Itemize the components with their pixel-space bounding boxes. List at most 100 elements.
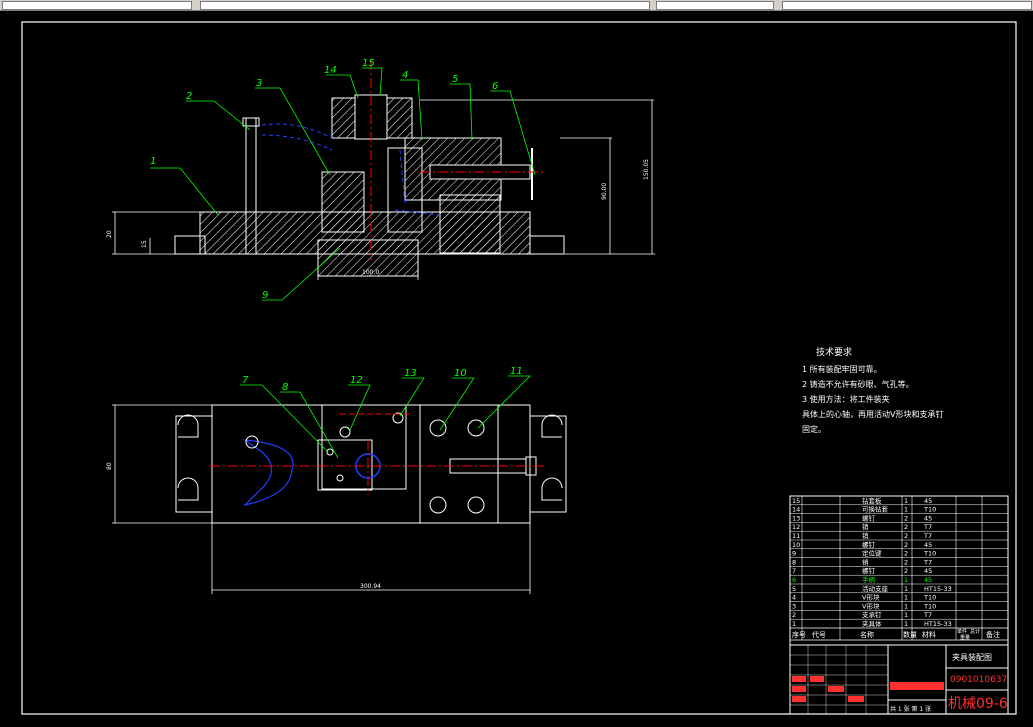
title-sheet: 共 1 张 第 1 张 — [890, 705, 931, 713]
bom-row-material: HT15-33 — [924, 585, 952, 593]
part-label-5: 5 — [452, 74, 458, 85]
bom-row-no: 10 — [792, 541, 800, 549]
dim-upper-height: 90.00 — [601, 183, 608, 200]
bom-row-material: 45 — [924, 514, 932, 522]
part-label-15: 15 — [362, 58, 375, 69]
part-label-12: 12 — [350, 375, 363, 386]
bom-row-name: 定位键 — [862, 549, 882, 558]
workpiece-outline — [242, 439, 294, 507]
bom-row-no: 8 — [792, 558, 796, 566]
bom-row-no: 9 — [792, 550, 796, 558]
bom-row-no: 2 — [792, 611, 796, 619]
bom-row-qty: 2 — [904, 523, 908, 531]
title-drawing-name: 夹具装配图 — [952, 652, 992, 662]
part-label-1: 1 — [150, 156, 156, 167]
bom-row-no: 5 — [792, 585, 796, 593]
bom-header-code: 代号 — [812, 630, 826, 639]
bom-row-no: 4 — [792, 594, 796, 602]
bom-row-material: 45 — [924, 541, 932, 549]
cad-drawing-canvas[interactable]: 90.00 150.05 20 15 100.0 1 2 3 4 5 6 9 1… — [0, 10, 1033, 727]
part-label-3: 3 — [256, 78, 262, 89]
bom-header-qty: 数量 — [903, 630, 917, 639]
bom-row-material: T10 — [923, 594, 936, 602]
bom-row-material: T7 — [923, 611, 932, 619]
tech-req-line: 固定。 — [802, 424, 826, 434]
bom-row-name: V形块 — [862, 601, 880, 610]
toolbar-field[interactable] — [200, 1, 650, 10]
bom-header-name: 名称 — [860, 630, 874, 639]
bom-row-material: HT15-33 — [924, 620, 952, 628]
front-section-view: 90.00 150.05 20 15 100.0 1 2 3 4 5 6 9 1… — [106, 58, 655, 301]
bom-row-qty: 1 — [904, 602, 908, 610]
dim-base-height: 20 — [106, 230, 113, 238]
bom-row-qty: 1 — [904, 620, 908, 628]
bom-row-qty: 1 — [904, 594, 908, 602]
title-drawing-number: 0901010637 — [950, 675, 1007, 685]
bom-row-material: T7 — [923, 523, 932, 531]
dim-plan-length: 300.94 — [360, 583, 381, 590]
part-label-2: 2 — [186, 91, 192, 102]
bom-header-seq: 序号 — [792, 630, 806, 639]
toolbar-field[interactable] — [2, 1, 192, 10]
bom-row-qty: 2 — [904, 514, 908, 522]
part-label-11: 11 — [510, 366, 523, 377]
bom-row-no: 6 — [792, 576, 796, 584]
title-school: 机械09-6 — [948, 696, 1008, 712]
bom-row-name: 销 — [862, 531, 869, 540]
bom-row-qty: 1 — [904, 576, 908, 584]
bom-row-qty: 2 — [904, 541, 908, 549]
part-label-6: 6 — [492, 81, 498, 92]
dim-total-height: 150.05 — [643, 159, 650, 180]
bom-row-material: 45 — [924, 567, 932, 575]
bom-row-name: V形块 — [862, 593, 880, 602]
bom-row-no: 1 — [792, 620, 796, 628]
bom-header-remark: 备注 — [986, 630, 1000, 639]
bom-row-name: 夹具体 — [862, 619, 882, 628]
bom-row-material: T7 — [923, 558, 932, 566]
title-block: 夹具装配图 0901010637 机械09-6 共 1 张 第 1 张 — [789, 644, 1009, 715]
bom-row-material: 45 — [924, 576, 932, 584]
bom-row-qty: 2 — [904, 567, 908, 575]
bom-row-no: 14 — [792, 506, 800, 514]
bom-row-name: 螺钉 — [862, 540, 876, 549]
bom-row-qty: 2 — [904, 532, 908, 540]
tech-req-line: 具体上的心轴，再用活动V形块和支承钉 — [802, 409, 943, 419]
dim-plan-width: 80 — [106, 462, 113, 470]
part-label-9: 9 — [262, 290, 268, 301]
bom-row-name: 活动支座 — [862, 584, 889, 593]
tech-req-line: 3 使用方法：将工件装夹 — [802, 394, 890, 404]
toolbar-field[interactable] — [782, 1, 1032, 10]
bom-row-material: 45 — [924, 497, 932, 505]
bom-row-qty: 2 — [904, 558, 908, 566]
bom-row-material: T10 — [923, 506, 936, 514]
toolbar-field[interactable] — [656, 1, 774, 10]
part-label-7: 7 — [242, 375, 249, 386]
part-label-10: 10 — [454, 368, 467, 379]
dim-base-width: 100.0 — [362, 269, 379, 276]
part-label-13: 13 — [404, 368, 417, 379]
bom-row-name: 螺钉 — [862, 513, 876, 522]
bom-row-name: 螺钉 — [862, 566, 876, 575]
bom-row-name: 手柄 — [862, 575, 876, 584]
bom-row-qty: 2 — [904, 550, 908, 558]
bom-row-name: 可换钻套 — [862, 505, 889, 514]
tech-req-title: 技术要求 — [816, 346, 852, 358]
plan-view: 300.94 80 7 8 12 13 10 11 — [106, 366, 567, 594]
bom-row-no: 3 — [792, 602, 796, 610]
bom-row-name: 销 — [862, 522, 869, 531]
tech-requirements: 技术要求 1 所有装配牢固可靠。 2 铸造不允许有砂眼、气孔等。 3 使用方法：… — [802, 346, 943, 434]
bom-header-unit-weight: 单件 — [957, 628, 967, 635]
bom-row-name: 销 — [862, 557, 869, 566]
tech-req-line: 2 铸造不允许有砂眼、气孔等。 — [802, 379, 914, 389]
dim-step: 15 — [141, 240, 148, 248]
bom-row-no: 11 — [792, 532, 800, 540]
bom-row-name: 支承钉 — [862, 610, 882, 619]
bom-row-no: 13 — [792, 514, 800, 522]
bom-row-no: 7 — [792, 567, 796, 575]
bom-row-material: T10 — [923, 550, 936, 558]
bom-header-total-weight: 总计 — [970, 628, 980, 635]
part-label-14: 14 — [324, 65, 337, 76]
part-label-8: 8 — [282, 382, 288, 393]
bom-row-name: 钻套板 — [862, 496, 882, 505]
bom-row-no: 12 — [792, 523, 800, 531]
